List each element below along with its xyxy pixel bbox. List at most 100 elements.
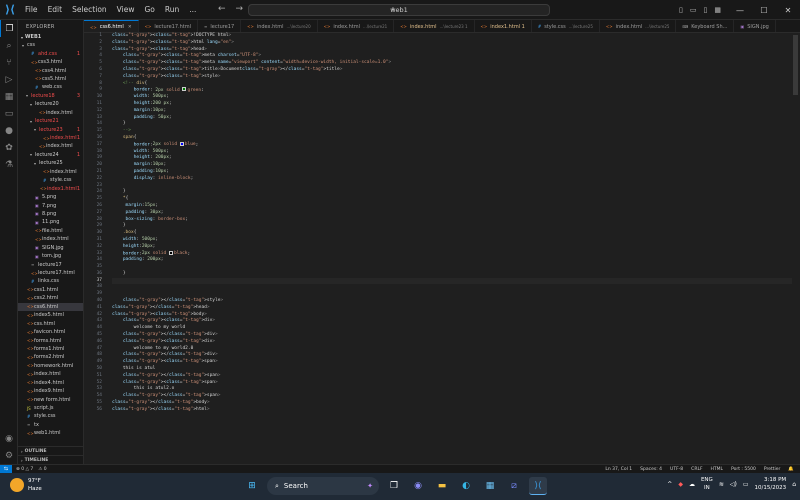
editor-tab[interactable]: <> css6.html ✕ (84, 20, 139, 32)
file-item[interactable]: # ahd.css 1 (18, 49, 83, 57)
explorer-icon[interactable]: ❐ (0, 20, 18, 37)
code-line[interactable]: width: 500px; (112, 237, 792, 244)
taskbar-search[interactable]: ⌕ Search ✦ (267, 477, 379, 495)
editor-scrollbar[interactable] (790, 33, 800, 464)
volume-icon[interactable]: ◁) (730, 481, 737, 488)
problems-indicator[interactable]: ⊗ 0 △ 7 (16, 467, 33, 472)
file-item[interactable]: <> css3.html (18, 58, 83, 66)
file-item[interactable]: <> index.html (18, 370, 83, 378)
menu-edit[interactable]: Edit (43, 5, 68, 14)
code-lines[interactable]: class="t-gray"><class="t-tag">!DOCTYPE h… (112, 33, 792, 414)
notifications-bell-icon[interactable]: 🔔 (788, 467, 794, 472)
file-item[interactable]: # web.css (18, 83, 83, 91)
code-line[interactable]: } (112, 121, 792, 128)
menu-more[interactable]: ... (184, 5, 201, 14)
file-item[interactable]: <> homework.html (18, 362, 83, 370)
testing-icon[interactable]: ⚗ (0, 156, 18, 173)
code-line[interactable]: class="t-gray"></class="t-tag">span> (112, 393, 792, 400)
input-language[interactable]: ENG IN (701, 476, 713, 492)
code-line[interactable] (112, 284, 792, 291)
scrollbar-thumb[interactable] (793, 35, 798, 95)
code-line[interactable]: } (112, 271, 792, 278)
code-line[interactable]: height: 200px; (112, 155, 792, 162)
file-item[interactable]: <> lecture17.html (18, 269, 83, 277)
file-item[interactable]: <> favicon.html (18, 328, 83, 336)
editor-tab[interactable]: <> index1.html 1 (475, 20, 532, 32)
file-item[interactable]: <> new form.html (18, 395, 83, 403)
extensions-icon[interactable]: ▦ (0, 88, 18, 105)
file-item[interactable]: <> css.html (18, 319, 83, 327)
remote-explorer-icon[interactable]: ▭ (0, 105, 18, 122)
code-line[interactable]: display: inline-block; (112, 176, 792, 183)
code-line[interactable]: class="t-gray"></class="t-tag">div> (112, 332, 792, 339)
code-line[interactable]: border:2px solid blue; (112, 141, 792, 149)
code-line[interactable]: padding:10px; (112, 169, 792, 176)
windows-start-icon[interactable]: ⊞ (243, 477, 261, 495)
command-center-search[interactable]: ⌕ web1 (248, 4, 550, 16)
file-item[interactable]: <> index.html 1 (18, 134, 83, 142)
code-line[interactable]: width: 500px; (112, 149, 792, 156)
code-editor[interactable]: 1 2 3 4 5 6 7 8 9 10 11 12 13 14 15 16 17 18 19 20 21 22 23 24 2… (84, 33, 800, 464)
close-icon[interactable]: ✕ (776, 6, 800, 15)
file-item[interactable]: <> index4.html (18, 379, 83, 387)
workspace-root[interactable]: ▾ WEB1 (18, 33, 83, 41)
timeline-section[interactable]: › TIMELINE (18, 455, 83, 464)
menu-run[interactable]: Run (160, 5, 184, 14)
editor-tab[interactable]: <> index.html ...\lecture25 (600, 20, 677, 32)
code-line[interactable]: span{ (112, 135, 792, 142)
code-line[interactable]: box-sizing: border-box; (112, 217, 792, 224)
code-line[interactable]: *{ (112, 196, 792, 203)
maximize-icon[interactable]: ☐ (752, 6, 776, 15)
code-line[interactable]: height:20px; (112, 244, 792, 251)
file-item[interactable]: <> index.html (18, 142, 83, 150)
code-line[interactable]: this is atul (112, 366, 792, 373)
task-view-icon[interactable]: ❐ (385, 477, 403, 495)
folder-item[interactable]: ▾ lecture18 3 (18, 92, 83, 100)
file-item[interactable]: <> css4.html (18, 66, 83, 74)
code-line[interactable]: class="t-gray"><class="t-tag">span> (112, 359, 792, 366)
prettier-status[interactable]: Prettier (764, 467, 781, 472)
cursor-position[interactable]: Ln 37, Col 1 (605, 467, 632, 472)
code-line[interactable]: class="t-gray"><class="t-tag">div> (112, 318, 792, 325)
menu-file[interactable]: File (20, 5, 43, 14)
folder-item[interactable]: ▾ lecture23 1 (18, 125, 83, 133)
menu-view[interactable]: View (112, 5, 140, 14)
code-line[interactable]: margin:10px; (112, 162, 792, 169)
toggle-sidebar-icon[interactable]: ▯ (679, 6, 683, 14)
indentation[interactable]: Spaces: 4 (640, 467, 662, 472)
source-control-icon[interactable]: ⑂ (0, 54, 18, 71)
code-line[interactable]: class="t-gray"></class="t-tag">body> (112, 400, 792, 407)
code-line[interactable]: class="t-gray"><class="t-tag">style> (112, 74, 792, 81)
teams-chat-icon[interactable]: ◉ (409, 477, 427, 495)
editor-tab[interactable]: <> index.html ...\lecture23 1 (394, 20, 475, 32)
file-item[interactable]: ▣ tom.jpg (18, 252, 83, 260)
file-item[interactable]: # style.css (18, 412, 83, 420)
encoding[interactable]: UTF-8 (670, 467, 683, 472)
toggle-panel-icon[interactable]: ▭ (690, 6, 697, 14)
editor-tab[interactable]: <> index.html ...\lecture20 (241, 20, 318, 32)
file-item[interactable]: <> css2.html (18, 294, 83, 302)
wifi-icon[interactable]: ≋ (719, 481, 724, 488)
menu-selection[interactable]: Selection (67, 5, 112, 14)
chat-icon[interactable]: ● (0, 122, 18, 139)
file-explorer-icon[interactable]: ▬ (433, 477, 451, 495)
folder-item[interactable]: ▾ lecture24 1 (18, 151, 83, 159)
clock[interactable]: 3:18 PM 10/15/2023 (754, 476, 786, 492)
notification-center-icon[interactable]: ⌂ (792, 481, 796, 488)
code-line[interactable]: class="t-gray"></class="t-tag">html> (112, 407, 792, 414)
file-item[interactable]: ≡ lecture17 (18, 260, 83, 268)
file-item[interactable]: <> css6.html (18, 302, 83, 311)
ports-indicator[interactable]: ⚠ 0 (38, 467, 46, 472)
code-line[interactable]: margin:10px; (112, 108, 792, 115)
edge-browser-icon[interactable]: ◐ (457, 477, 475, 495)
search-icon[interactable]: ⌕ (0, 37, 18, 54)
run-debug-icon[interactable]: ▷ (0, 71, 18, 88)
file-item[interactable]: ▣ 8.png (18, 210, 83, 218)
battery-icon[interactable]: ▭ (743, 481, 749, 488)
back-arrow-icon[interactable]: ← (218, 4, 226, 14)
editor-tab[interactable]: ⌨ Keyboard Sh... (676, 20, 735, 32)
code-line[interactable]: class="t-gray"><class="t-tag">!DOCTYPE h… (112, 33, 792, 40)
file-item[interactable]: ▣ SIGN.jpg (18, 244, 83, 252)
folder-item[interactable]: ▾ lecture20 (18, 100, 83, 108)
file-item[interactable]: <> forms2.html (18, 353, 83, 361)
